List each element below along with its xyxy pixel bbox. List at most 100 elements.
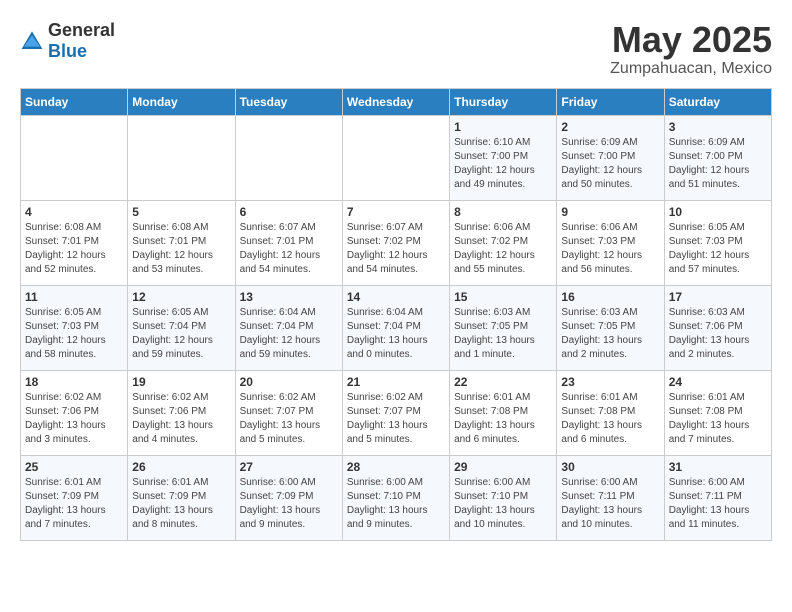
day-number: 28 xyxy=(347,460,445,474)
calendar-week-5: 25 Sunrise: 6:01 AM Sunset: 7:09 PM Dayli… xyxy=(21,455,772,540)
calendar-cell: 10Sunrise: 6:05 AM Sunset: 7:03 PM Dayli… xyxy=(664,200,771,285)
day-number: 8 xyxy=(454,205,552,219)
day-info: Sunrise: 6:02 AM Sunset: 7:07 PM Dayligh… xyxy=(347,391,445,447)
day-info: Sunrise: 6:01 AM Sunset: 7:08 PM Dayligh… xyxy=(561,391,659,447)
day-number: 21 xyxy=(347,375,445,389)
day-info: Sunrise: 6:01 AM Sunset: 7:08 PM Dayligh… xyxy=(454,391,552,447)
day-info: Sunrise: 6:00 AM Sunset: 7:09 PM Dayligh… xyxy=(240,476,338,532)
calendar-cell: 12Sunrise: 6:05 AM Sunset: 7:04 PM Dayli… xyxy=(128,285,235,370)
calendar-table: SundayMondayTuesdayWednesdayThursdayFrid… xyxy=(20,88,772,541)
calendar-cell: 31 Sunrise: 6:00 AM Sunset: 7:11 PM Dayli… xyxy=(664,455,771,540)
calendar-cell: 16 Sunrise: 6:03 AM Sunset: 7:05 PM Dayli… xyxy=(557,285,664,370)
calendar-week-1: 1Sunrise: 6:10 AM Sunset: 7:00 PM Daylig… xyxy=(21,115,772,200)
day-number: 22 xyxy=(454,375,552,389)
day-number: 26 xyxy=(132,460,230,474)
day-info: Sunrise: 6:02 AM Sunset: 7:07 PM Dayligh… xyxy=(240,391,338,447)
day-info: Sunrise: 6:02 AM Sunset: 7:06 PM Dayligh… xyxy=(25,391,123,447)
day-number: 19 xyxy=(132,375,230,389)
day-info: Sunrise: 6:00 AM Sunset: 7:10 PM Dayligh… xyxy=(454,476,552,532)
header-saturday: Saturday xyxy=(664,88,771,115)
day-number: 18 xyxy=(25,375,123,389)
calendar-cell xyxy=(235,115,342,200)
calendar-week-4: 18 Sunrise: 6:02 AM Sunset: 7:06 PM Dayli… xyxy=(21,370,772,455)
calendar-cell: 19Sunrise: 6:02 AM Sunset: 7:06 PM Dayli… xyxy=(128,370,235,455)
day-number: 15 xyxy=(454,290,552,304)
day-info: Sunrise: 6:06 AM Sunset: 7:03 PM Dayligh… xyxy=(561,221,659,277)
day-number: 6 xyxy=(240,205,338,219)
day-number: 3 xyxy=(669,120,767,134)
calendar-cell: 13Sunrise: 6:04 AM Sunset: 7:04 PM Dayli… xyxy=(235,285,342,370)
day-info: Sunrise: 6:09 AM Sunset: 7:00 PM Dayligh… xyxy=(561,136,659,192)
calendar-cell: 25 Sunrise: 6:01 AM Sunset: 7:09 PM Dayli… xyxy=(21,455,128,540)
day-info: Sunrise: 6:03 AM Sunset: 7:05 PM Dayligh… xyxy=(561,306,659,362)
logo-general: General xyxy=(48,20,115,40)
day-number: 11 xyxy=(25,290,123,304)
day-number: 30 xyxy=(561,460,659,474)
day-info: Sunrise: 6:07 AM Sunset: 7:01 PM Dayligh… xyxy=(240,221,338,277)
calendar-cell: 8Sunrise: 6:06 AM Sunset: 7:02 PM Daylig… xyxy=(450,200,557,285)
header-sunday: Sunday xyxy=(21,88,128,115)
day-info: Sunrise: 6:00 AM Sunset: 7:11 PM Dayligh… xyxy=(669,476,767,532)
page-header: General Blue May 2025 Zumpahuacan, Mexic… xyxy=(20,20,772,78)
day-number: 27 xyxy=(240,460,338,474)
day-number: 9 xyxy=(561,205,659,219)
calendar-cell: 24 Sunrise: 6:01 AM Sunset: 7:08 PM Dayli… xyxy=(664,370,771,455)
day-number: 23 xyxy=(561,375,659,389)
logo-icon xyxy=(20,29,44,53)
day-info: Sunrise: 6:01 AM Sunset: 7:08 PM Dayligh… xyxy=(669,391,767,447)
day-info: Sunrise: 6:00 AM Sunset: 7:11 PM Dayligh… xyxy=(561,476,659,532)
day-info: Sunrise: 6:04 AM Sunset: 7:04 PM Dayligh… xyxy=(347,306,445,362)
calendar-cell xyxy=(128,115,235,200)
calendar-cell: 9 Sunrise: 6:06 AM Sunset: 7:03 PM Daylig… xyxy=(557,200,664,285)
day-number: 17 xyxy=(669,290,767,304)
calendar-cell: 21 Sunrise: 6:02 AM Sunset: 7:07 PM Dayli… xyxy=(342,370,449,455)
calendar-cell: 26 Sunrise: 6:01 AM Sunset: 7:09 PM Dayli… xyxy=(128,455,235,540)
day-number: 31 xyxy=(669,460,767,474)
calendar-week-2: 4 Sunrise: 6:08 AM Sunset: 7:01 PM Daylig… xyxy=(21,200,772,285)
day-number: 7 xyxy=(347,205,445,219)
calendar-cell: 30 Sunrise: 6:00 AM Sunset: 7:11 PM Dayli… xyxy=(557,455,664,540)
day-number: 16 xyxy=(561,290,659,304)
header-monday: Monday xyxy=(128,88,235,115)
calendar-cell: 11 Sunrise: 6:05 AM Sunset: 7:03 PM Dayli… xyxy=(21,285,128,370)
day-info: Sunrise: 6:10 AM Sunset: 7:00 PM Dayligh… xyxy=(454,136,552,192)
day-number: 14 xyxy=(347,290,445,304)
calendar-cell: 28 Sunrise: 6:00 AM Sunset: 7:10 PM Dayli… xyxy=(342,455,449,540)
location-title: Zumpahuacan, Mexico xyxy=(610,60,772,78)
calendar-cell: 5Sunrise: 6:08 AM Sunset: 7:01 PM Daylig… xyxy=(128,200,235,285)
day-number: 4 xyxy=(25,205,123,219)
day-number: 12 xyxy=(132,290,230,304)
calendar-cell xyxy=(342,115,449,200)
month-title: May 2025 xyxy=(610,20,772,60)
calendar-cell: 15 Sunrise: 6:03 AM Sunset: 7:05 PM Dayli… xyxy=(450,285,557,370)
calendar-cell: 20Sunrise: 6:02 AM Sunset: 7:07 PM Dayli… xyxy=(235,370,342,455)
day-info: Sunrise: 6:03 AM Sunset: 7:06 PM Dayligh… xyxy=(669,306,767,362)
calendar-cell: 27 Sunrise: 6:00 AM Sunset: 7:09 PM Dayli… xyxy=(235,455,342,540)
calendar-cell: 7 Sunrise: 6:07 AM Sunset: 7:02 PM Daylig… xyxy=(342,200,449,285)
calendar-week-3: 11 Sunrise: 6:05 AM Sunset: 7:03 PM Dayli… xyxy=(21,285,772,370)
day-number: 29 xyxy=(454,460,552,474)
day-info: Sunrise: 6:05 AM Sunset: 7:03 PM Dayligh… xyxy=(25,306,123,362)
day-info: Sunrise: 6:00 AM Sunset: 7:10 PM Dayligh… xyxy=(347,476,445,532)
day-info: Sunrise: 6:01 AM Sunset: 7:09 PM Dayligh… xyxy=(132,476,230,532)
day-info: Sunrise: 6:01 AM Sunset: 7:09 PM Dayligh… xyxy=(25,476,123,532)
day-info: Sunrise: 6:08 AM Sunset: 7:01 PM Dayligh… xyxy=(132,221,230,277)
calendar-cell: 23 Sunrise: 6:01 AM Sunset: 7:08 PM Dayli… xyxy=(557,370,664,455)
calendar-cell: 22 Sunrise: 6:01 AM Sunset: 7:08 PM Dayli… xyxy=(450,370,557,455)
day-number: 13 xyxy=(240,290,338,304)
calendar-cell xyxy=(21,115,128,200)
header-friday: Friday xyxy=(557,88,664,115)
title-block: May 2025 Zumpahuacan, Mexico xyxy=(610,20,772,78)
day-info: Sunrise: 6:09 AM Sunset: 7:00 PM Dayligh… xyxy=(669,136,767,192)
day-number: 24 xyxy=(669,375,767,389)
header-tuesday: Tuesday xyxy=(235,88,342,115)
day-number: 25 xyxy=(25,460,123,474)
day-info: Sunrise: 6:03 AM Sunset: 7:05 PM Dayligh… xyxy=(454,306,552,362)
logo: General Blue xyxy=(20,20,115,62)
day-info: Sunrise: 6:07 AM Sunset: 7:02 PM Dayligh… xyxy=(347,221,445,277)
calendar-cell: 2Sunrise: 6:09 AM Sunset: 7:00 PM Daylig… xyxy=(557,115,664,200)
day-number: 10 xyxy=(669,205,767,219)
header-thursday: Thursday xyxy=(450,88,557,115)
calendar-cell: 3 Sunrise: 6:09 AM Sunset: 7:00 PM Daylig… xyxy=(664,115,771,200)
day-info: Sunrise: 6:08 AM Sunset: 7:01 PM Dayligh… xyxy=(25,221,123,277)
